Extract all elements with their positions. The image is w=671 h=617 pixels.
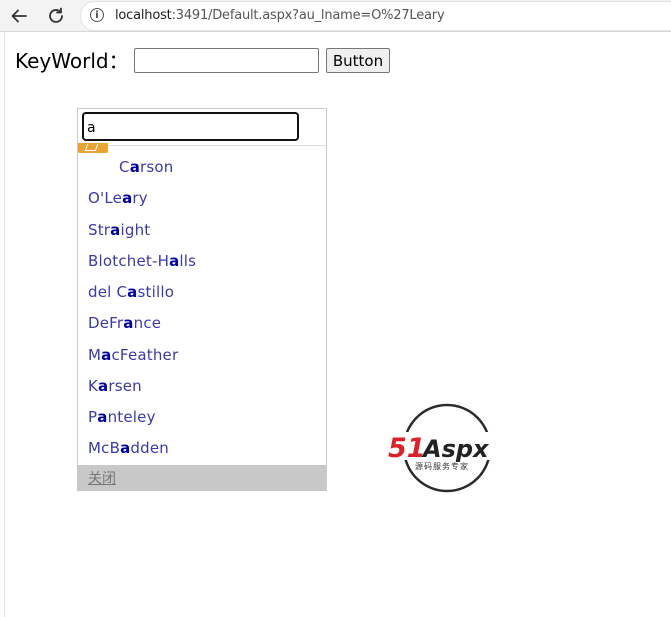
submit-button[interactable]: Button — [326, 48, 390, 73]
url-text: localhost:3491/Default.aspx?au_lname=O%2… — [115, 8, 445, 23]
suggestion-item[interactable]: del Castillo — [88, 283, 174, 301]
logo-tagline: 源码服务专家 — [415, 461, 469, 471]
broken-image-icon — [78, 143, 108, 153]
url-path: :3491/Default.aspx?au_lname=O%27Leary — [171, 8, 445, 23]
autocomplete-search-input[interactable] — [82, 112, 299, 141]
autocomplete-panel: Carson O'Leary Straight Blotchet-Halls d… — [77, 108, 327, 491]
suggestion-item[interactable]: Karsen — [88, 377, 142, 395]
autocomplete-header — [78, 109, 326, 146]
suggestion-item[interactable]: McBadden — [88, 439, 169, 457]
close-link[interactable]: 关闭 — [88, 468, 116, 488]
suggestion-item[interactable]: Blotchet-Halls — [88, 252, 196, 270]
suggestion-item[interactable]: O'Leary — [88, 189, 148, 207]
page-border — [4, 32, 5, 617]
logo-text: Aspx — [421, 435, 490, 463]
info-icon[interactable]: i — [90, 8, 104, 22]
browser-toolbar: i localhost:3491/Default.aspx?au_lname=O… — [0, 0, 671, 32]
site-logo: 51 Aspx 源码服务专家 — [385, 402, 515, 494]
logo-number: 51 — [388, 433, 426, 464]
keyword-label: KeyWorld： — [15, 49, 129, 73]
logo-graphic: 51 Aspx 源码服务专家 — [388, 403, 513, 493]
reload-button[interactable] — [43, 3, 69, 29]
suggestion-item[interactable]: Straight — [88, 221, 150, 239]
suggestion-item[interactable]: DeFrance — [88, 314, 161, 332]
autocomplete-footer: 关闭 — [78, 465, 326, 490]
suggestion-item[interactable]: Panteley — [88, 408, 156, 426]
url-host: localhost — [115, 8, 172, 23]
address-bar[interactable]: i localhost:3491/Default.aspx?au_lname=O… — [80, 1, 671, 31]
suggestion-item[interactable]: MacFeather — [88, 346, 178, 364]
keyword-input[interactable] — [134, 48, 319, 73]
back-arrow-icon — [11, 9, 27, 23]
reload-icon — [49, 7, 63, 23]
back-button[interactable] — [6, 3, 32, 29]
suggestion-item[interactable]: Carson — [119, 158, 173, 176]
